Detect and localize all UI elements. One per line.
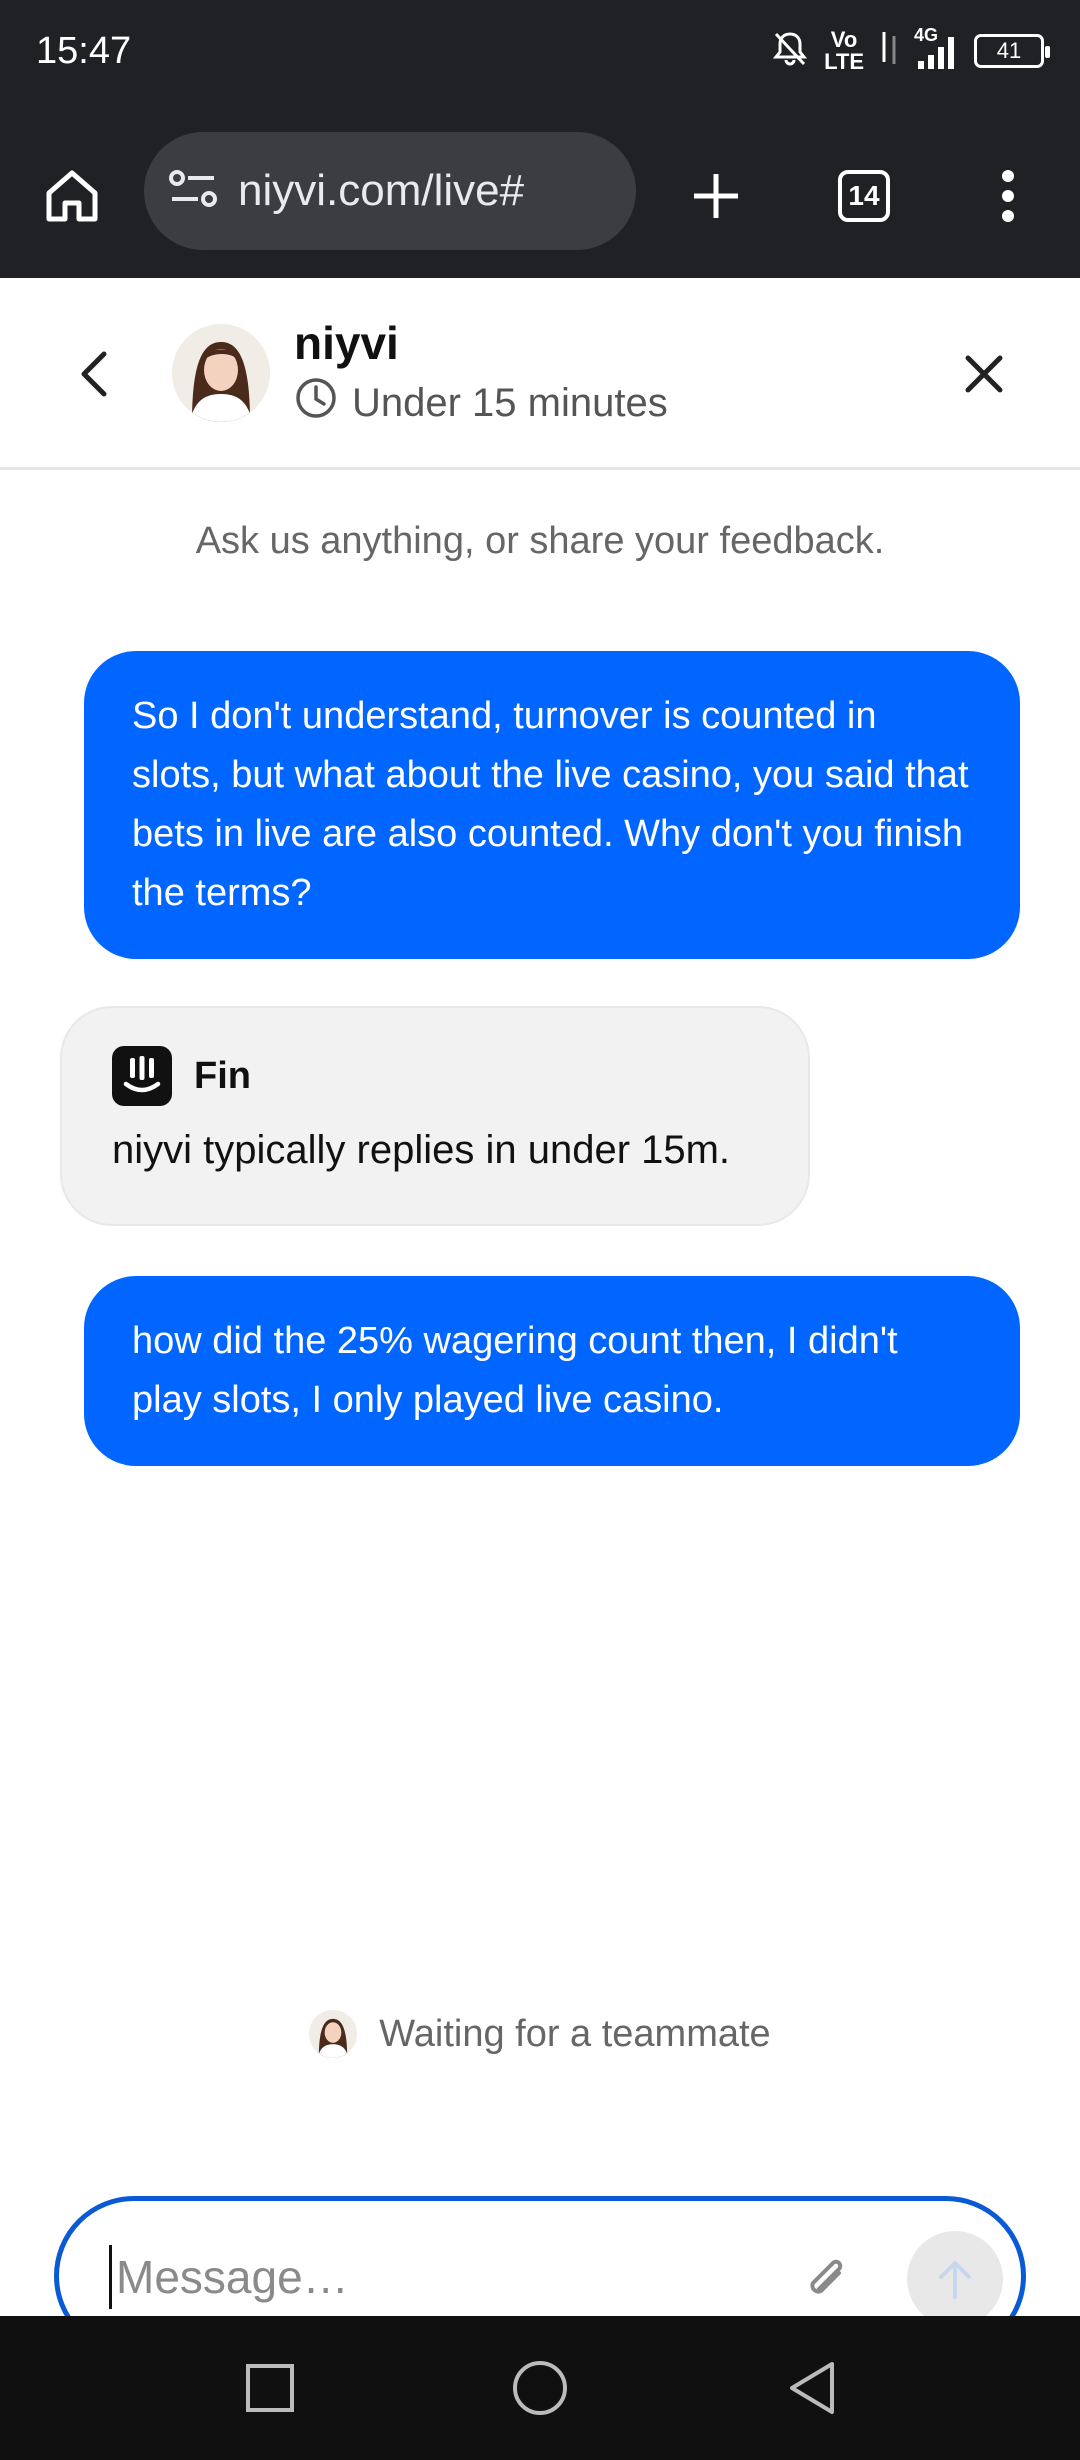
- chat-intro: Ask us anything, or share your feedback.: [195, 520, 885, 562]
- paperclip-icon[interactable]: [787, 2241, 867, 2321]
- system-navigation-bar: [0, 2316, 1080, 2460]
- status-time: 15:47: [36, 30, 132, 72]
- battery-icon: 41: [974, 33, 1050, 68]
- user-message: So I don't understand, turnover is count…: [84, 651, 1020, 959]
- clock-icon: [294, 376, 338, 430]
- new-tab-icon[interactable]: [680, 160, 752, 232]
- bot-sender-row: Fin: [112, 1046, 758, 1106]
- send-button[interactable]: [907, 2231, 1003, 2327]
- chat-header: niyvi Under 15 minutes: [0, 278, 1080, 470]
- back-nav-icon[interactable]: [780, 2356, 844, 2420]
- teammate-avatar: [309, 2010, 358, 2058]
- status-icons: Vo LTE 4G 41: [770, 25, 1050, 74]
- site-settings-icon[interactable]: [168, 167, 220, 216]
- battery-level: 41: [996, 37, 1022, 63]
- fin-logo-icon: [112, 1046, 172, 1106]
- close-icon[interactable]: [950, 340, 1018, 408]
- response-time-label: Under 15 minutes: [352, 380, 668, 425]
- bot-message-text: niyvi typically replies in under 15m.: [112, 1128, 731, 1172]
- avatar: [172, 324, 270, 422]
- data-arrows-icon: [878, 28, 900, 73]
- waiting-label: Waiting for a teammate: [379, 2012, 771, 2055]
- message-input[interactable]: [109, 2245, 809, 2309]
- home-icon[interactable]: [36, 160, 108, 232]
- do-not-disturb-icon: [770, 28, 810, 73]
- user-message: how did the 25% wagering count then, I d…: [84, 1276, 1020, 1466]
- arrow-up-icon: [939, 2261, 971, 2299]
- back-icon[interactable]: [60, 340, 128, 408]
- agent-name: niyvi: [294, 317, 399, 369]
- recents-icon[interactable]: [238, 2356, 302, 2420]
- home-nav-icon[interactable]: [508, 2356, 572, 2420]
- browser-toolbar: niyvi.com/live# 14: [0, 110, 1080, 278]
- bot-message: Fin niyvi typically replies in under 15m…: [60, 1006, 810, 1226]
- more-icon[interactable]: [972, 160, 1044, 232]
- address-bar[interactable]: niyvi.com/live#: [144, 132, 636, 250]
- signal-icon: 4G: [914, 25, 960, 71]
- response-time: Under 15 minutes: [294, 376, 668, 430]
- waiting-status: Waiting for a teammate: [0, 2010, 1080, 2058]
- bot-sender-name: Fin: [194, 1054, 251, 1097]
- tab-count: 14: [838, 170, 890, 222]
- tab-switcher-icon[interactable]: 14: [828, 160, 900, 232]
- status-bar: 15:47 Vo LTE 4G 41: [0, 0, 1080, 110]
- url-text[interactable]: niyvi.com/live#: [238, 166, 524, 216]
- volte-icon: Vo LTE: [824, 26, 864, 74]
